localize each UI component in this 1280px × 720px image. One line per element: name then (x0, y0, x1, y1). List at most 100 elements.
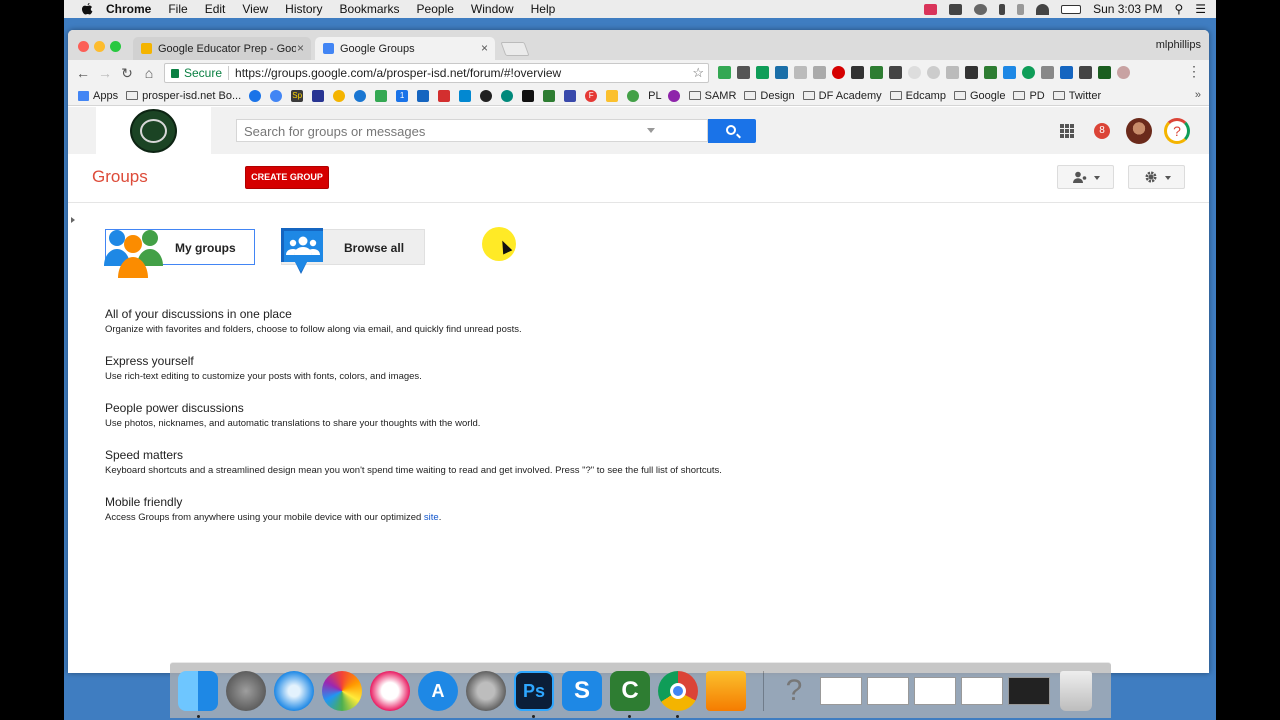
member-settings-button[interactable] (1057, 165, 1114, 189)
minimized-window-thumbnail[interactable] (914, 677, 956, 705)
help-icon[interactable]: ? (1164, 118, 1190, 144)
extension-icon[interactable] (794, 66, 807, 79)
bookmark-folder-google[interactable]: Google (953, 90, 1005, 102)
system-preferences-icon[interactable] (466, 671, 506, 711)
bookmark-icon[interactable] (667, 89, 680, 102)
search-input[interactable]: Search for groups or messages (236, 119, 708, 142)
extension-icon[interactable] (908, 66, 921, 79)
snagit-icon[interactable]: S (562, 671, 602, 711)
address-bar[interactable]: Secure https://groups.google.com/a/prosp… (164, 63, 709, 83)
adblock-extension-icon[interactable] (832, 66, 845, 79)
browse-all-tile[interactable]: Browse all (281, 228, 425, 274)
bookmark-icon[interactable] (459, 89, 472, 102)
bookmark-icon[interactable] (480, 89, 493, 102)
creative-cloud-icon[interactable] (974, 3, 988, 15)
bookmark-icon[interactable] (249, 89, 262, 102)
drive-extension-icon[interactable] (718, 66, 731, 79)
pen-extension-icon[interactable] (737, 66, 750, 79)
tab-google-educator-prep[interactable]: Google Educator Prep - Googl × (133, 37, 311, 60)
photos-icon[interactable] (322, 671, 362, 711)
photoshop-icon[interactable]: Ps (514, 671, 554, 711)
window-close-button[interactable] (78, 41, 89, 52)
search-button[interactable] (708, 119, 756, 143)
extension-icon[interactable] (965, 66, 978, 79)
tab-google-groups[interactable]: Google Groups × (315, 37, 495, 60)
page-title[interactable]: Groups (92, 167, 148, 187)
wifi-icon[interactable] (1036, 3, 1050, 15)
chrome-menu-icon[interactable]: ⋮ (1187, 63, 1201, 80)
launchpad-icon[interactable] (226, 671, 266, 711)
finder-icon[interactable] (178, 671, 218, 711)
account-avatar[interactable] (1126, 118, 1152, 144)
minimized-window-thumbnail[interactable] (1008, 677, 1050, 705)
bookmark-folder-twitter[interactable]: Twitter (1052, 90, 1101, 102)
bookmark-icon[interactable] (417, 89, 430, 102)
bookmark-flipgrid-icon[interactable]: F (585, 89, 598, 102)
menu-history[interactable]: History (285, 2, 322, 16)
bookmark-drive-icon[interactable] (375, 89, 388, 102)
tab-close-icon[interactable]: × (481, 41, 488, 55)
window-zoom-button[interactable] (110, 41, 121, 52)
google-apps-icon[interactable] (1060, 124, 1074, 138)
apple-menu-icon[interactable] (80, 2, 94, 16)
organization-logo[interactable] (96, 107, 211, 154)
menu-help[interactable]: Help (531, 2, 556, 16)
screen-recorder-icon[interactable] (924, 3, 938, 15)
menu-clock[interactable]: Sun 3:03 PM (1093, 2, 1162, 16)
safari-icon[interactable] (274, 671, 314, 711)
menu-app-name[interactable]: Chrome (106, 2, 151, 16)
bookmark-icon[interactable] (501, 89, 514, 102)
camtasia-icon[interactable]: C (610, 671, 650, 711)
extension-icon[interactable] (1003, 66, 1016, 79)
extension-icon[interactable] (1117, 66, 1130, 79)
extension-icon[interactable] (1098, 66, 1111, 79)
bookmark-folder-df-academy[interactable]: DF Academy (802, 90, 882, 102)
extension-icon[interactable] (946, 66, 959, 79)
minimized-window-thumbnail[interactable] (820, 677, 862, 705)
extension-icon[interactable] (813, 66, 826, 79)
bookmark-icon[interactable] (627, 89, 640, 102)
spotlight-search-icon[interactable]: ⚲ (1174, 2, 1183, 16)
google-drive-status-icon[interactable] (949, 3, 963, 15)
back-button[interactable]: ← (72, 62, 94, 84)
qr-extension-icon[interactable] (889, 66, 902, 79)
bookmark-star-icon[interactable]: ☆ (692, 65, 704, 81)
extension-icon[interactable] (1022, 66, 1035, 79)
tool-extension-icon[interactable] (756, 66, 769, 79)
bookmark-icon[interactable] (354, 89, 367, 102)
bookmark-icon[interactable] (564, 89, 577, 102)
create-group-button[interactable]: CREATE GROUP (245, 166, 329, 189)
home-button[interactable]: ⌂ (138, 62, 160, 84)
bookmark-folder-design[interactable]: Design (744, 90, 795, 102)
search-options-dropdown-icon[interactable] (647, 128, 655, 133)
extension-icon[interactable] (1079, 66, 1092, 79)
reload-button[interactable]: ↻ (116, 62, 138, 84)
screencast-extension-icon[interactable] (775, 66, 788, 79)
expand-sidebar-icon[interactable] (71, 217, 75, 223)
minimized-window-thumbnail[interactable] (961, 677, 1003, 705)
itunes-icon[interactable] (370, 671, 410, 711)
my-groups-tile[interactable]: My groups (104, 229, 255, 278)
downloads-icon[interactable] (706, 671, 746, 711)
new-tab-button[interactable] (500, 42, 530, 56)
battery-icon[interactable] (1061, 4, 1082, 14)
bookmark-sp-icon[interactable]: Sp (291, 89, 304, 102)
bookmark-pl-icon[interactable]: PL (648, 90, 661, 102)
bookmark-icon[interactable] (438, 89, 451, 102)
menu-file[interactable]: File (168, 2, 187, 16)
menu-edit[interactable]: Edit (205, 2, 226, 16)
bookmark-calendar-icon[interactable]: 1 (396, 89, 409, 102)
bookmark-icon[interactable] (333, 89, 346, 102)
trash-icon[interactable] (1060, 671, 1092, 711)
extension-icon[interactable] (984, 66, 997, 79)
profile-name[interactable]: mlphillips (1156, 39, 1201, 51)
menu-view[interactable]: View (242, 2, 268, 16)
bookmark-icon[interactable] (522, 89, 535, 102)
bookmarks-overflow-button[interactable]: » (1195, 89, 1201, 101)
mobile-site-link[interactable]: site (424, 512, 439, 523)
extension-icon[interactable] (1041, 66, 1054, 79)
bookmark-folder-samr[interactable]: SAMR (688, 90, 736, 102)
bookmark-folder-edcamp[interactable]: Edcamp (889, 90, 946, 102)
bookmark-icon[interactable] (606, 89, 619, 102)
bluetooth-icon[interactable] (1017, 3, 1025, 15)
